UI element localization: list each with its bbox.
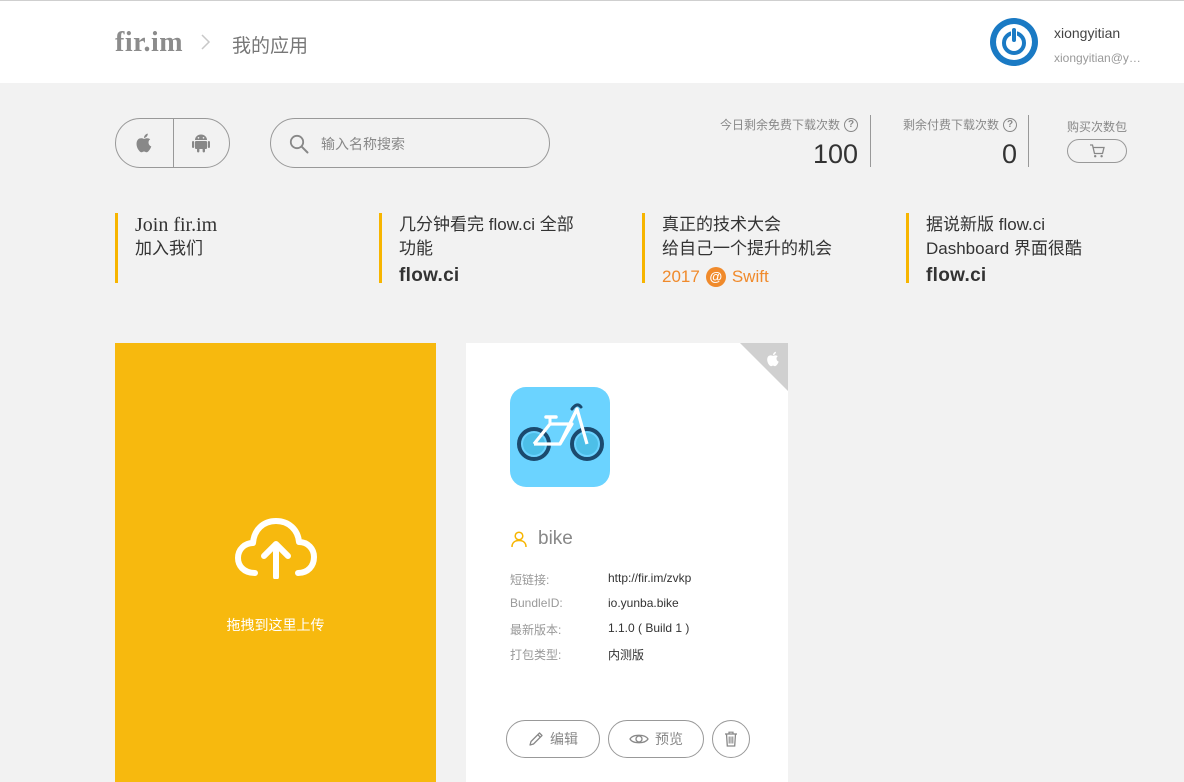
app-name-row: bike: [510, 528, 573, 550]
banner-title: 真正的技术大会: [662, 215, 781, 234]
apple-icon: [767, 351, 779, 367]
flowci-logo: flow.ci: [926, 265, 987, 286]
user-name[interactable]: xiongyitian: [1054, 25, 1120, 41]
short-link[interactable]: http://fir.im/zvkp: [608, 571, 691, 596]
banner-subtitle: 加入我们: [135, 239, 203, 258]
bicycle-icon: [517, 403, 604, 461]
info-key: 短链接:: [510, 573, 550, 587]
banner-title: 几分钟看完 flow.ci 全部: [399, 215, 574, 234]
app-name[interactable]: bike: [538, 528, 573, 550]
breadcrumb[interactable]: 我的应用: [232, 31, 308, 58]
app-info: 短链接: http://fir.im/zvkp BundleID: io.yun…: [510, 571, 760, 671]
preview-button[interactable]: 预览: [608, 720, 704, 758]
info-key: 打包类型:: [510, 648, 562, 662]
banner-title: 据说新版 flow.ci: [926, 215, 1046, 234]
app-card[interactable]: bike 短链接: http://fir.im/zvkp BundleID: i…: [466, 343, 788, 782]
user-icon: [511, 531, 527, 548]
bundle-id: io.yunba.bike: [608, 596, 679, 610]
chevron-right-icon: [201, 34, 211, 50]
stat-divider: [1028, 115, 1029, 167]
free-downloads-stat: 今日剩余免费下载次数 ? 100: [700, 116, 858, 170]
cloud-upload-icon: [235, 518, 317, 579]
info-row: 短链接: http://fir.im/zvkp: [510, 571, 760, 596]
help-icon[interactable]: ?: [844, 117, 858, 132]
search-input[interactable]: [321, 131, 531, 157]
avatar[interactable]: [990, 18, 1038, 66]
info-key: 最新版本:: [510, 623, 562, 637]
platform-switch: [115, 118, 230, 168]
delete-button[interactable]: [712, 720, 750, 758]
edit-button[interactable]: 编辑: [506, 720, 600, 758]
search-box: [270, 118, 550, 168]
banner-flowci-dashboard[interactable]: 据说新版 flow.ci Dashboard 界面很酷 flow.ci: [906, 213, 1146, 286]
preview-label: 预览: [655, 731, 683, 747]
stat-divider: [870, 115, 871, 167]
upload-dropzone[interactable]: 拖拽到这里上传: [115, 343, 436, 782]
apple-icon: [136, 133, 152, 153]
info-key: BundleID:: [510, 596, 563, 610]
top-bar: fir.im 我的应用 xiongyitian xiongyitian@y…: [0, 0, 1184, 83]
paid-downloads-label: 剩余付费下载次数: [902, 118, 999, 132]
search-icon: [289, 134, 309, 154]
banner-subtitle: Dashboard 界面很酷: [926, 239, 1082, 258]
help-icon[interactable]: ?: [1003, 117, 1017, 132]
eye-icon: [629, 734, 649, 744]
info-row: BundleID: io.yunba.bike: [510, 596, 760, 621]
buy-label: 购买次数包: [1067, 120, 1128, 134]
banner-subtitle: 给自己一个提升的机会: [662, 239, 832, 258]
build-type: 内测版: [608, 648, 645, 662]
android-icon: [192, 134, 211, 153]
app-actions: 编辑 预览: [506, 720, 750, 758]
platform-corner-tag: [740, 343, 788, 391]
paid-downloads-value: 0: [1001, 139, 1017, 169]
logo[interactable]: fir.im: [115, 27, 183, 59]
power-icon: [996, 24, 1032, 60]
free-downloads-value: 100: [812, 139, 858, 169]
android-filter-button[interactable]: [172, 119, 230, 167]
info-row: 打包类型: 内测版: [510, 646, 760, 671]
cart-icon: [1090, 144, 1105, 158]
info-row: 最新版本: 1.1.0 ( Build 1 ): [510, 621, 760, 646]
pencil-icon: [529, 732, 543, 746]
banner-title: Join fir.im: [135, 214, 218, 236]
conference-tag: Swift: [731, 267, 769, 286]
upload-label: 拖拽到这里上传: [226, 617, 325, 633]
buy-button[interactable]: [1067, 139, 1127, 163]
conference-year: 2017: [662, 267, 700, 286]
user-email: xiongyitian@y…: [1054, 51, 1141, 65]
at-icon: @: [705, 267, 726, 287]
flowci-logo: flow.ci: [399, 265, 460, 286]
banner-swift-conference[interactable]: 真正的技术大会 给自己一个提升的机会 2017 @ Swift: [642, 213, 882, 287]
free-downloads-label: 今日剩余免费下载次数: [719, 118, 840, 132]
swift-conference-logo: 2017 @ Swift: [662, 267, 882, 287]
edit-label: 编辑: [550, 731, 578, 747]
trash-icon: [725, 731, 737, 747]
app-icon[interactable]: [510, 387, 610, 487]
paid-downloads-stat: 剩余付费下载次数 ? 0: [880, 116, 1017, 170]
banner-join[interactable]: Join fir.im 加入我们: [115, 213, 355, 283]
banner-subtitle: 功能: [399, 239, 433, 258]
latest-version: 1.1.0 ( Build 1 ): [608, 621, 690, 635]
banner-flowci-features[interactable]: 几分钟看完 flow.ci 全部 功能 flow.ci: [379, 213, 619, 286]
ios-filter-button[interactable]: [116, 119, 173, 167]
